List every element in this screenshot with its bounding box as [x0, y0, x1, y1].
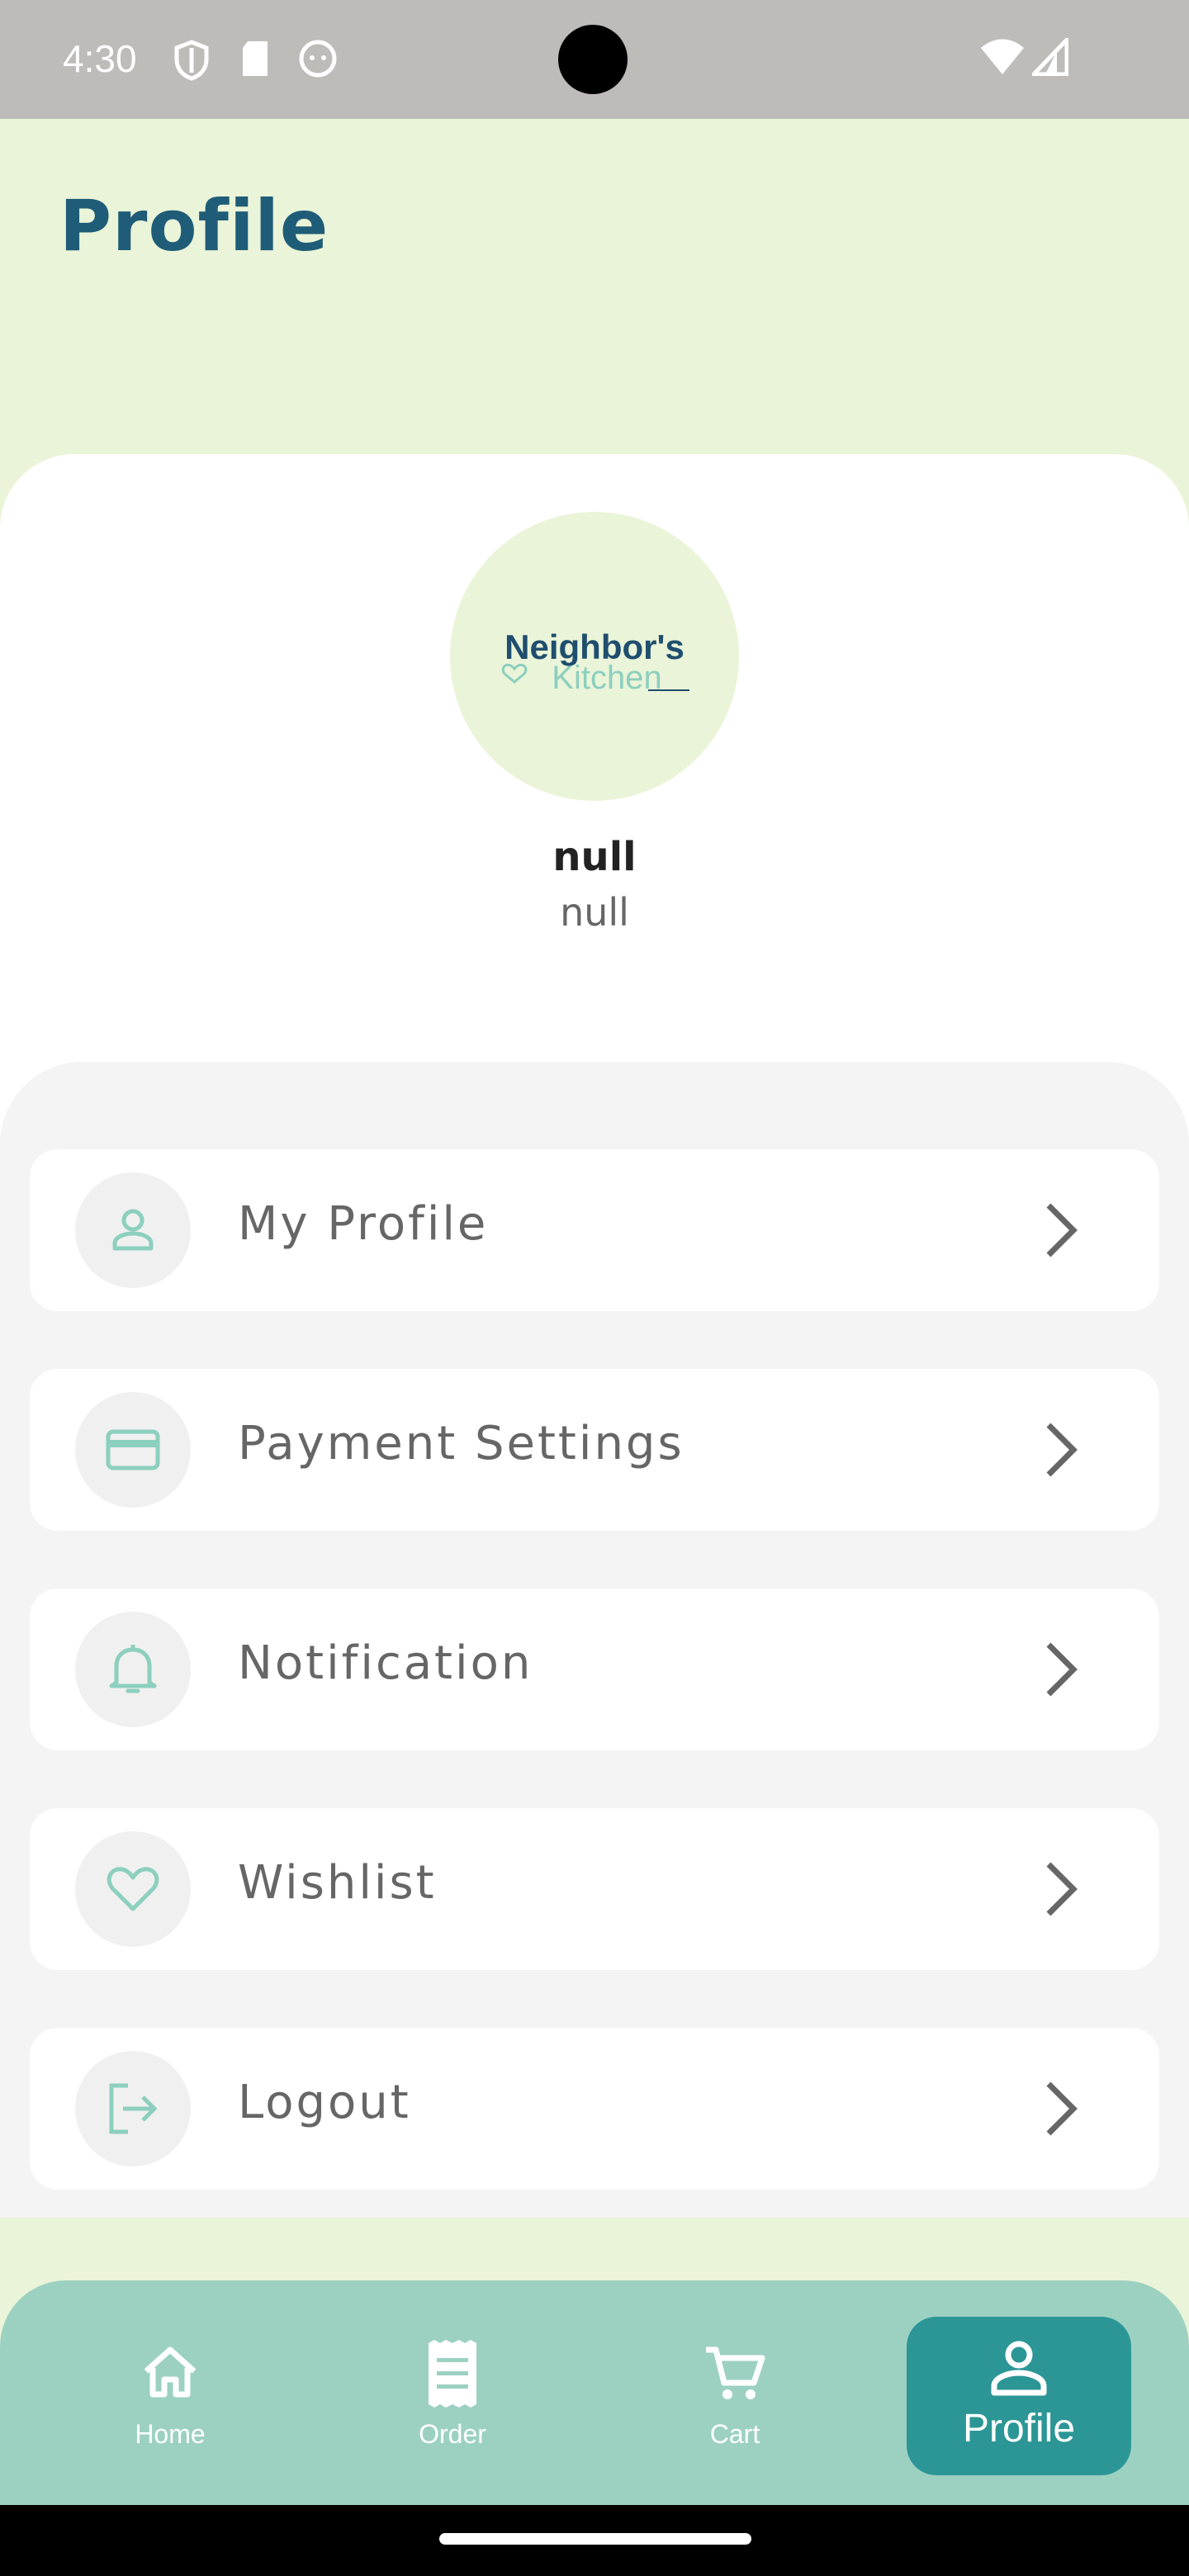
menu-item-my-profile[interactable]: My Profile — [30, 1149, 1159, 1311]
menu-label: Wishlist — [238, 1856, 437, 1910]
menu-icon-circle — [75, 1612, 191, 1727]
chevron-right-icon — [1046, 2081, 1078, 2136]
person-icon — [991, 2341, 1047, 2396]
background-strip — [0, 2218, 1189, 2279]
menu-item-wishlist[interactable]: Wishlist — [30, 1808, 1159, 1970]
page-title: Profile — [59, 185, 329, 268]
svg-text:Kitchen: Kitchen — [552, 660, 661, 696]
credit-card-icon — [106, 1429, 160, 1470]
nav-profile[interactable]: Profile — [907, 2317, 1131, 2475]
status-bar: 4:30 — [0, 0, 1189, 119]
home-icon — [144, 2346, 197, 2398]
signal-icon — [1029, 34, 1069, 79]
person-icon — [112, 1209, 154, 1251]
logout-icon — [109, 2083, 158, 2134]
nav-label-profile: Profile — [962, 2407, 1076, 2451]
menu-label: My Profile — [238, 1197, 489, 1251]
header — [0, 119, 1189, 482]
menu-item-notification[interactable]: Notification — [30, 1589, 1159, 1750]
menu-label: Logout — [238, 2076, 411, 2129]
chevron-right-icon — [1046, 1862, 1078, 1916]
menu-item-logout[interactable]: Logout — [30, 2028, 1159, 2190]
nav-label-order: Order — [419, 2419, 486, 2449]
nav-label-home: Home — [135, 2419, 206, 2449]
menu-icon-circle — [75, 2051, 191, 2166]
nav-home[interactable]: Home — [54, 2280, 286, 2505]
avatar: Neighbor's Kitchen — [450, 512, 739, 801]
neighbors-kitchen-logo: Neighbor's Kitchen — [501, 627, 689, 696]
receipt-icon — [429, 2340, 476, 2408]
user-name: null — [552, 834, 637, 880]
gesture-handle[interactable] — [439, 2533, 751, 2545]
user-email: null — [560, 890, 629, 935]
cart-icon — [706, 2346, 765, 2399]
bell-icon — [109, 1645, 157, 1693]
chevron-right-icon — [1046, 1423, 1078, 1477]
chevron-right-icon — [1046, 1642, 1078, 1697]
menu-icon-circle — [75, 1172, 191, 1288]
nav-label-cart: Cart — [709, 2419, 760, 2449]
heart-icon — [107, 1867, 159, 1911]
menu-label: Payment Settings — [238, 1417, 685, 1470]
wifi-icon — [979, 38, 1026, 79]
status-time: 4:30 — [63, 37, 137, 80]
face-icon — [299, 40, 337, 81]
nav-order[interactable]: Order — [337, 2280, 568, 2505]
chevron-right-icon — [1046, 1203, 1078, 1257]
menu-icon-circle — [75, 1392, 191, 1508]
sd-card-icon — [239, 40, 271, 81]
menu-icon-circle — [75, 1831, 191, 1947]
camera-cutout — [558, 25, 628, 94]
nav-cart[interactable]: Cart — [619, 2280, 850, 2505]
bottom-navigation: Home Order Cart Profile — [0, 2280, 1189, 2505]
menu-item-payment-settings[interactable]: Payment Settings — [30, 1369, 1159, 1531]
shield-icon — [173, 40, 210, 84]
menu-label: Notification — [238, 1636, 533, 1690]
